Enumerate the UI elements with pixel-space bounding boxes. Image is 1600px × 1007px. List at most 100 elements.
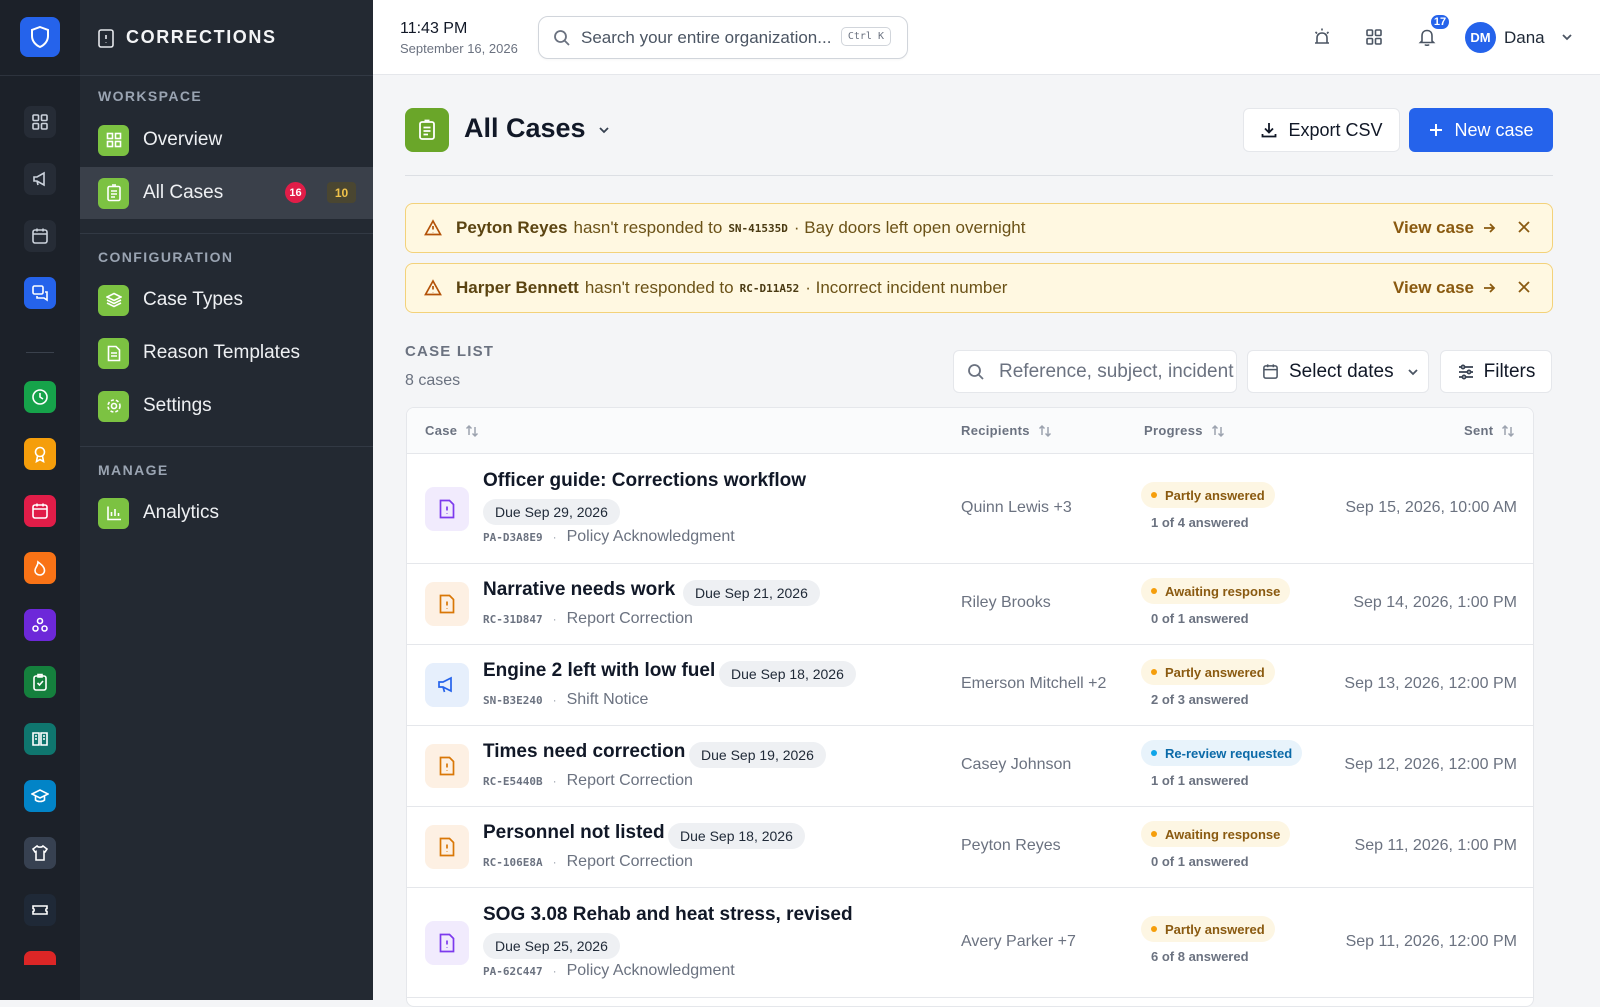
keyboard-shortcut-hint: Ctrl K — [840, 27, 891, 46]
siren-icon[interactable] — [1310, 25, 1334, 49]
sidebar-divider — [80, 233, 373, 234]
graduation-cap-icon[interactable] — [24, 780, 56, 812]
flame-icon[interactable] — [24, 552, 56, 584]
network-icon[interactable] — [24, 609, 56, 641]
answered-count: 0 of 1 answered — [1151, 854, 1249, 869]
calendar-red-icon[interactable] — [24, 495, 56, 527]
table-row[interactable]: Personnel not listed Due Sep 18, 2026 RC… — [407, 807, 1533, 888]
award-icon[interactable] — [24, 438, 56, 470]
export-csv-button[interactable]: Export CSV — [1243, 108, 1400, 152]
sliders-icon — [1458, 364, 1473, 379]
date-range-select[interactable]: Select dates — [1247, 350, 1429, 393]
filters-button[interactable]: Filters — [1440, 350, 1552, 393]
case-title: Narrative needs work — [483, 579, 676, 600]
view-case-link[interactable]: View case — [1393, 218, 1496, 238]
pending-count-badge: 10 — [327, 182, 356, 203]
sidebar-item-overview[interactable]: Overview — [80, 114, 373, 166]
page-title: All Cases — [464, 113, 586, 143]
sidebar-item-label: Settings — [143, 395, 212, 416]
answered-count: 0 of 1 answered — [1151, 611, 1249, 626]
clock: 11:43 PM September 16, 2026 — [400, 20, 518, 56]
due-date-chip: Due Sep 29, 2026 — [483, 499, 620, 525]
case-type: Policy Acknowledgment — [566, 528, 735, 545]
column-header-case[interactable]: Case — [425, 423, 479, 438]
due-date-chip: Due Sep 21, 2026 — [683, 580, 820, 606]
chevron-down-icon[interactable] — [596, 122, 612, 138]
chevron-down-icon[interactable] — [1560, 30, 1574, 44]
case-meta: PA-D3A8E9 · Policy Acknowledgment — [483, 528, 735, 545]
table-row[interactable]: Narrative needs work Due Sep 21, 2026 RC… — [407, 564, 1533, 645]
table-row[interactable]: Officer guide: Corrections workflow Due … — [407, 454, 1533, 564]
date-range-label: Select dates — [1289, 360, 1394, 382]
case-meta: PA-62C447 · Policy Acknowledgment — [483, 962, 735, 979]
due-date-chip: Due Sep 18, 2026 — [668, 823, 805, 849]
sidebar-item-reason-templates[interactable]: Reason Templates — [80, 327, 373, 379]
ticket-icon[interactable] — [24, 894, 56, 926]
close-icon[interactable] — [1516, 279, 1532, 295]
shield-logo-icon[interactable] — [20, 17, 60, 57]
case-ref: RC-E5440B — [483, 774, 543, 788]
sidebar-item-label: Overview — [143, 129, 223, 150]
table-row[interactable]: Times need correction Due Sep 19, 2026 R… — [407, 726, 1533, 807]
megaphone-icon[interactable] — [24, 163, 56, 195]
due-date-chip: Due Sep 25, 2026 — [483, 933, 620, 959]
filters-label: Filters — [1483, 360, 1536, 382]
search-placeholder: Reference, subject, incident — [999, 360, 1234, 382]
rail-divider — [0, 75, 80, 76]
view-case-link[interactable]: View case — [1393, 278, 1496, 298]
clipboard-check-icon[interactable] — [24, 666, 56, 698]
avatar[interactable]: DM — [1465, 22, 1496, 53]
case-title: Personnel not listed — [483, 822, 665, 843]
clock-icon[interactable] — [24, 381, 56, 413]
policy-doc-icon — [425, 487, 469, 531]
column-header-sent[interactable]: Sent — [1464, 423, 1515, 438]
rail-divider — [26, 352, 54, 353]
bar-chart-icon — [98, 497, 129, 529]
table-row[interactable]: SOG 3.08 Rehab and heat stress, revised … — [407, 888, 1533, 998]
arrow-right-icon — [1484, 223, 1496, 233]
user-name[interactable]: Dana — [1504, 28, 1545, 48]
top-bar: 11:43 PM September 16, 2026 Search your … — [373, 0, 1600, 75]
case-search-input[interactable]: Reference, subject, incident — [953, 350, 1237, 393]
new-case-button[interactable]: New case — [1409, 108, 1553, 152]
sort-icon — [1502, 424, 1515, 437]
apps-grid-icon[interactable] — [1362, 25, 1386, 49]
recipients: Avery Parker +7 — [961, 933, 1076, 950]
section-label-workspace: WORKSPACE — [98, 88, 203, 104]
due-date-chip: Due Sep 18, 2026 — [719, 661, 856, 687]
chat-icon[interactable] — [24, 277, 56, 309]
close-icon[interactable] — [1516, 219, 1532, 235]
shirt-icon[interactable] — [24, 837, 56, 869]
section-label-manage: MANAGE — [98, 462, 169, 478]
current-date: September 16, 2026 — [400, 41, 518, 56]
alert-person: Peyton Reyes — [456, 218, 568, 237]
export-label: Export CSV — [1288, 119, 1383, 140]
table-row[interactable]: Engine 2 left with low fuel Due Sep 18, … — [407, 645, 1533, 726]
recipients: Quinn Lewis +3 — [961, 499, 1072, 516]
global-search-input[interactable]: Search your entire organization... Ctrl … — [538, 16, 908, 59]
status-badge: Awaiting response — [1141, 821, 1291, 847]
sidebar-item-settings[interactable]: Settings — [80, 380, 373, 432]
status-badge: Awaiting response — [1141, 578, 1291, 604]
column-header-recipients[interactable]: Recipients — [961, 423, 1052, 438]
sidebar-item-analytics[interactable]: Analytics — [80, 487, 373, 539]
calendar-icon[interactable] — [24, 220, 56, 252]
recipients: Peyton Reyes — [961, 837, 1061, 854]
sidebar-item-label: Case Types — [143, 289, 243, 310]
column-header-progress[interactable]: Progress — [1144, 423, 1225, 438]
alert-icon[interactable] — [24, 951, 56, 965]
recipients: Emerson Mitchell +2 — [961, 675, 1107, 692]
sidebar-item-case-types[interactable]: Case Types — [80, 274, 373, 326]
sidebar-item-label: Analytics — [143, 502, 220, 523]
sidebar-item-all-cases[interactable]: All Cases 16 10 — [80, 167, 373, 219]
case-title: SOG 3.08 Rehab and heat stress, revised — [483, 904, 853, 925]
recipients: Casey Johnson — [961, 756, 1072, 773]
case-list-heading: CASE LIST — [405, 343, 495, 360]
current-time: 11:43 PM — [400, 20, 468, 37]
document-icon — [98, 337, 129, 369]
overdue-alert: Harper Bennett hasn't responded to RC-D1… — [405, 263, 1553, 313]
case-ref: PA-62C447 — [483, 964, 543, 978]
dashboard-icon[interactable] — [24, 106, 56, 138]
book-icon[interactable] — [24, 723, 56, 755]
table-header: Case Recipients Progress Sent — [407, 408, 1533, 454]
